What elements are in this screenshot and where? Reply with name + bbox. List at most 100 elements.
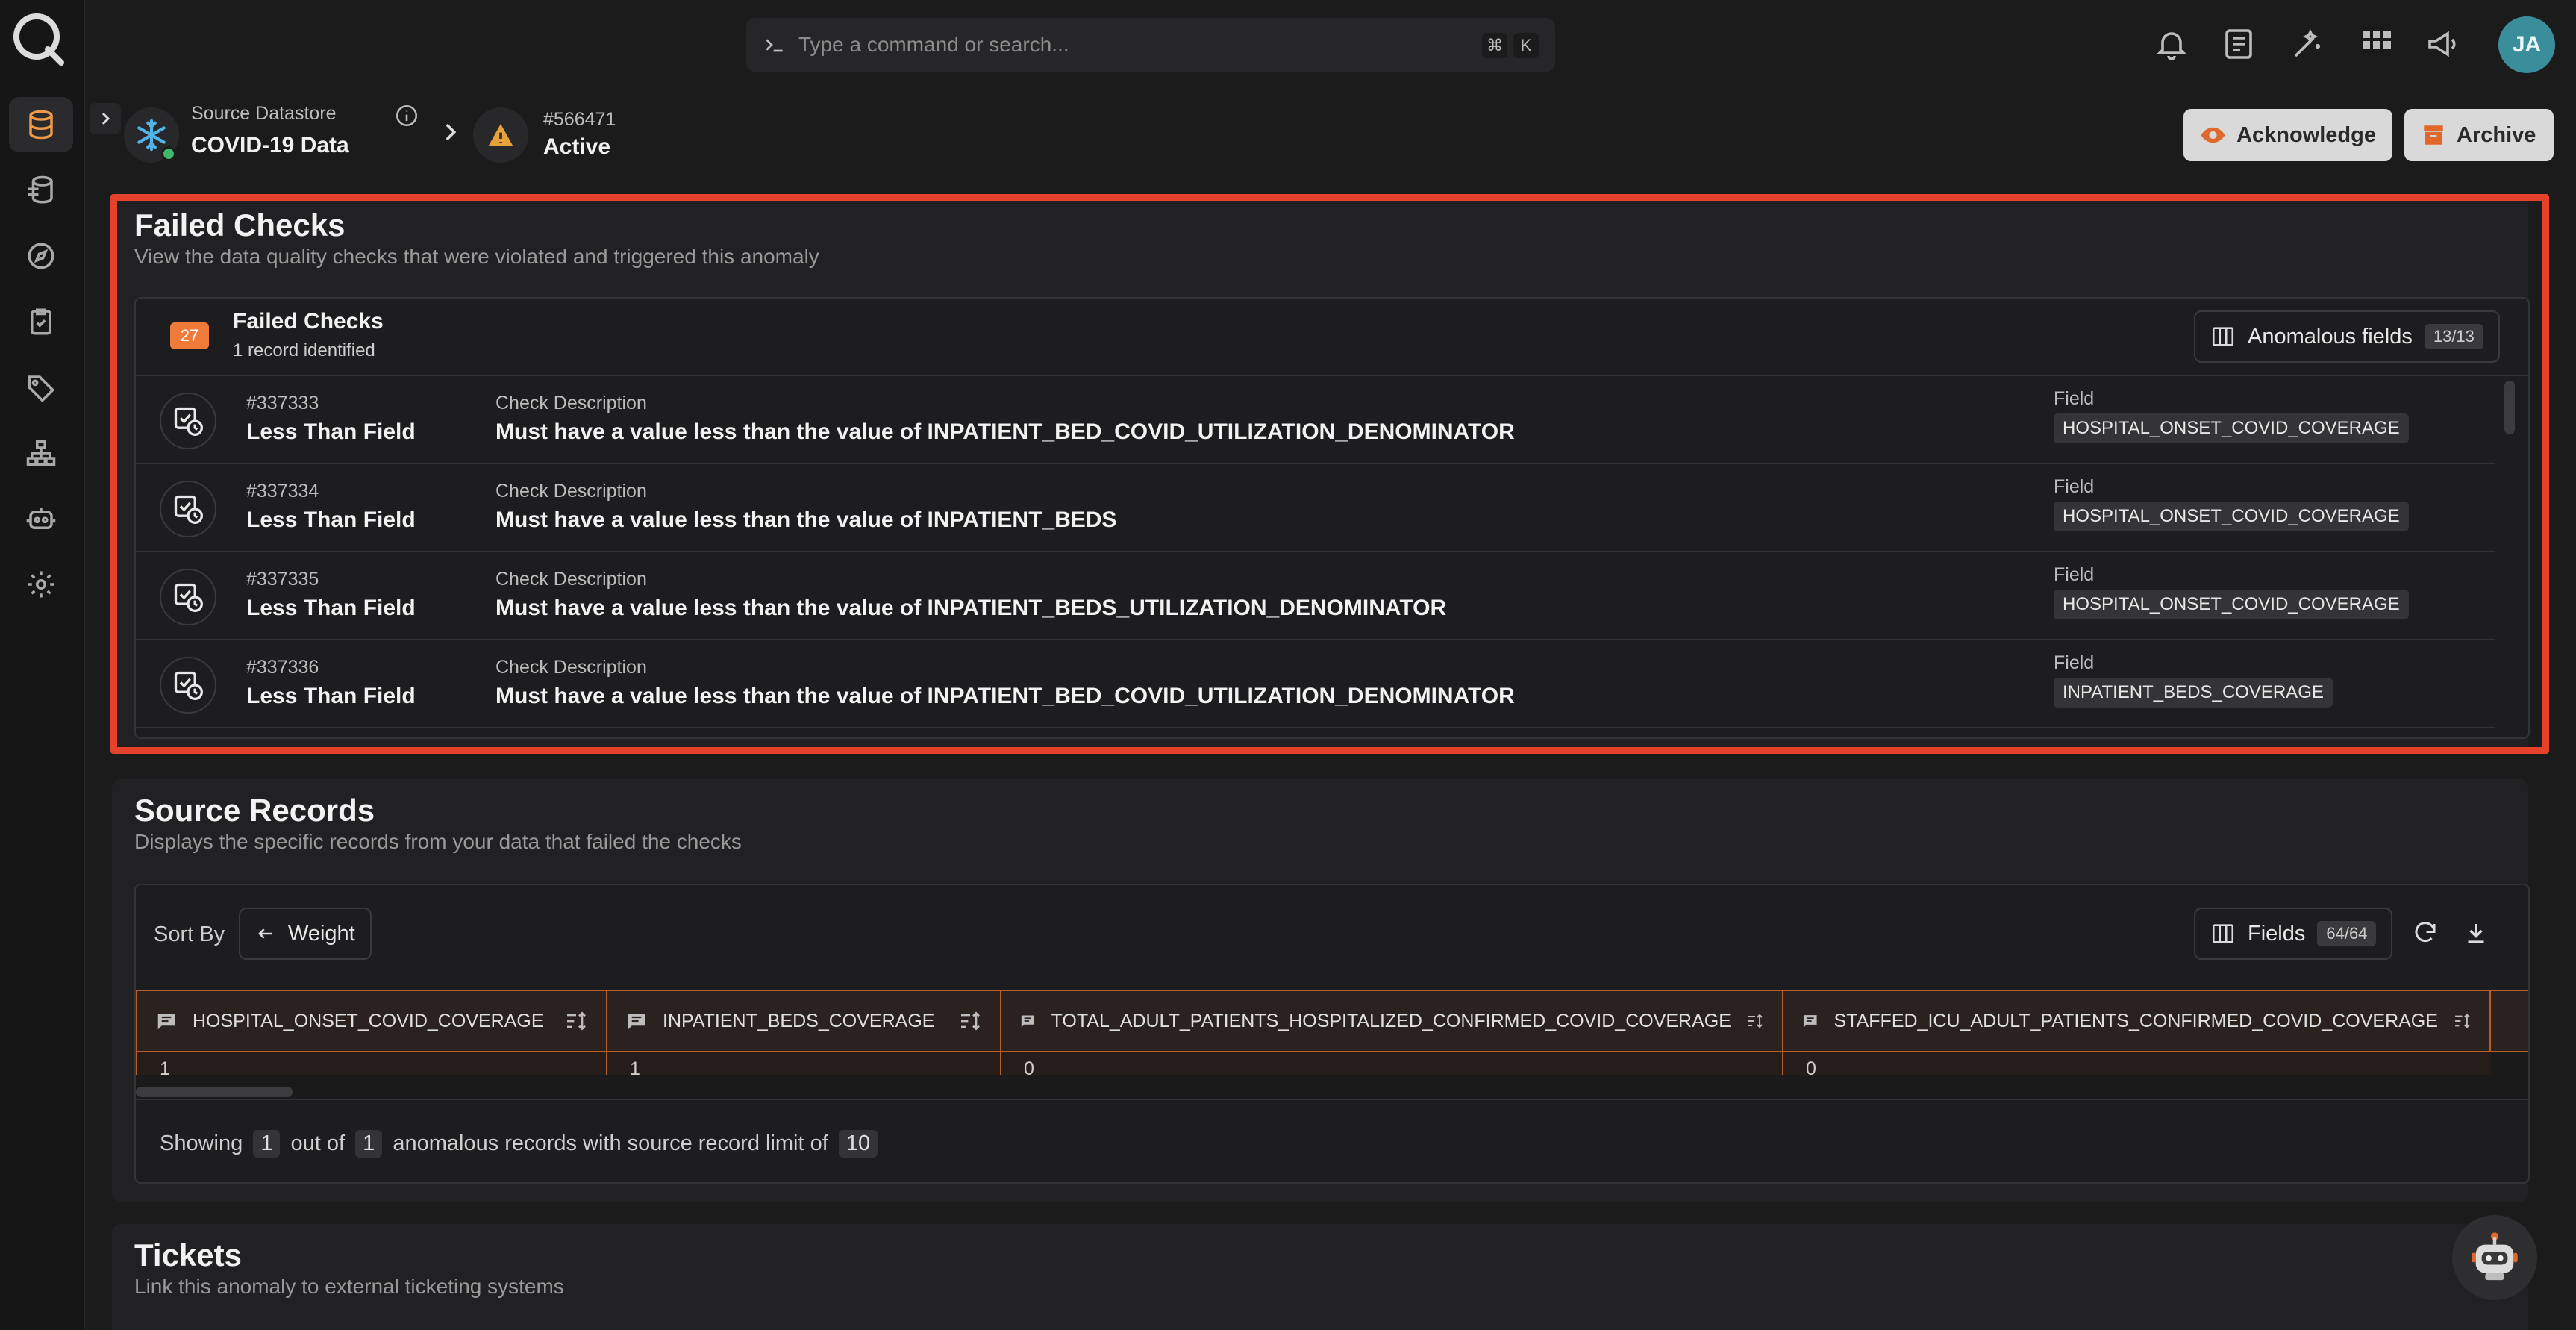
nav-checks-icon[interactable] <box>9 294 73 349</box>
nav-datastores-icon[interactable] <box>9 97 73 152</box>
list-scrollbar[interactable] <box>2504 381 2515 434</box>
nav-lineage-icon[interactable] <box>9 425 73 481</box>
column-name: INPATIENT_BEDS_COVERAGE <box>663 1010 935 1031</box>
section-subtitle: Link this anomaly to external ticketing … <box>134 1275 564 1298</box>
acknowledge-button[interactable]: Acknowledge <box>2183 109 2392 161</box>
terminal-icon <box>766 39 783 52</box>
command-search[interactable]: Type a command or search... ⌘ K <box>746 18 1555 72</box>
check-row[interactable]: #337333 Less Than Field Check Descriptio… <box>136 376 2495 464</box>
check-row[interactable]: #337335 Less Than Field Check Descriptio… <box>136 552 2495 640</box>
check-id: #337336 <box>246 657 319 678</box>
column-name: STAFFED_ICU_ADULT_PATIENTS_CONFIRMED_COV… <box>1833 1010 2438 1031</box>
left-nav-rail <box>0 0 85 1330</box>
apps-grid-icon[interactable] <box>2358 26 2394 62</box>
refresh-icon[interactable] <box>2412 920 2439 946</box>
section-title: Tickets <box>134 1237 242 1273</box>
check-id: #337334 <box>246 481 319 502</box>
nav-enrichment-icon[interactable] <box>9 163 73 218</box>
archive-button[interactable]: Archive <box>2404 109 2554 161</box>
check-description: Must have a value less than the value of… <box>495 508 1117 532</box>
list-title: Failed Checks <box>233 309 384 334</box>
divider <box>136 1099 2528 1100</box>
app-logo[interactable] <box>9 9 67 67</box>
table-cell[interactable]: 1 <box>606 1052 1001 1079</box>
section-subtitle: Displays the specific records from your … <box>134 830 742 853</box>
datastore-name[interactable]: COVID-19 Data <box>191 133 349 158</box>
check-clock-icon <box>160 569 216 625</box>
table-cell[interactable]: 0 <box>1782 1052 2491 1079</box>
table-cell[interactable]: 0 <box>1000 1052 1783 1079</box>
column-header[interactable]: HOSPITAL_ONSET_COVID_COVERAGE <box>136 990 607 1052</box>
datastore-label: Source Datastore <box>191 103 337 124</box>
section-title: Failed Checks <box>134 207 346 243</box>
check-description-label: Check Description <box>495 569 647 590</box>
anomalous-fields-count: 13/13 <box>2424 324 2483 349</box>
column-header-overflow[interactable] <box>2489 990 2528 1052</box>
failed-checks-section: Failed Checks View the data quality chec… <box>112 196 2530 752</box>
announcement-icon[interactable] <box>2425 26 2461 62</box>
anomaly-header: Source Datastore COVID-19 Data #566471 A… <box>85 88 2576 179</box>
column-name: TOTAL_ADULT_PATIENTS_HOSPITALIZED_CONFIR… <box>1051 1010 1731 1031</box>
anomalous-fields-button[interactable]: Anomalous fields 13/13 <box>2194 310 2500 363</box>
check-name: Less Than Field <box>246 419 416 444</box>
check-name: Less Than Field <box>246 508 416 532</box>
comment-icon <box>1021 1015 1034 1028</box>
search-placeholder: Type a command or search... <box>798 33 1069 56</box>
chevron-right-icon <box>101 112 110 125</box>
robot-icon <box>2472 1232 2518 1281</box>
check-row[interactable]: #337336 Less Than Field Check Descriptio… <box>136 640 2495 728</box>
field-chip: INPATIENT_BEDS_COVERAGE <box>2054 678 2333 708</box>
check-description-label: Check Description <box>495 657 647 678</box>
columns-icon <box>2212 327 2234 346</box>
column-header[interactable]: INPATIENT_BEDS_COVERAGE <box>606 990 1001 1052</box>
check-clock-icon <box>160 481 216 537</box>
fields-button[interactable]: Fields 64/64 <box>2194 908 2393 960</box>
field-chip: HOSPITAL_ONSET_COVID_COVERAGE <box>2054 502 2409 531</box>
kbd-k: K <box>1513 33 1539 58</box>
docs-icon[interactable] <box>2221 26 2257 62</box>
column-header[interactable]: TOTAL_ADULT_PATIENTS_HOSPITALIZED_CONFIR… <box>1000 990 1783 1052</box>
assistant-bot-button[interactable] <box>2452 1215 2537 1300</box>
user-avatar[interactable]: JA <box>2498 16 2555 73</box>
records-footer: Showing 1 out of 1 anomalous records wit… <box>160 1130 882 1158</box>
archive-icon <box>2424 125 2443 145</box>
bell-icon[interactable] <box>2154 26 2189 62</box>
check-description: Must have a value less than the value of… <box>495 684 1515 708</box>
failed-checks-list: 27 Failed Checks 1 record identified Ano… <box>134 297 2530 739</box>
sort-weight-button[interactable]: Weight <box>239 908 372 960</box>
anomaly-status: Active <box>543 134 611 159</box>
magic-wand-icon[interactable] <box>2289 26 2325 62</box>
table-cell[interactable]: 1 <box>136 1052 607 1079</box>
nav-settings-icon[interactable] <box>9 557 73 612</box>
nav-agents-icon[interactable] <box>9 491 73 546</box>
kbd-cmd: ⌘ <box>1482 33 1507 58</box>
source-records-table-card: Sort By Weight Fields 64/64 HOSPITAL_ONS… <box>134 884 2530 1184</box>
eye-icon <box>2201 127 2225 143</box>
column-header[interactable]: STAFFED_ICU_ADULT_PATIENTS_CONFIRMED_COV… <box>1782 990 2491 1052</box>
sort-by-label: Sort By <box>154 922 225 946</box>
sort-icon[interactable] <box>1746 1009 1764 1033</box>
footer-suffix: anomalous records with source record lim… <box>393 1131 828 1155</box>
sort-icon[interactable] <box>958 1009 982 1033</box>
info-icon[interactable] <box>394 103 419 128</box>
check-description-label: Check Description <box>495 481 647 502</box>
arrow-left-icon <box>258 928 272 939</box>
table-horizontal-scrollbar[interactable] <box>136 1087 293 1097</box>
check-row[interactable]: #337334 Less Than Field Check Descriptio… <box>136 464 2495 552</box>
sort-icon[interactable] <box>2453 1009 2472 1033</box>
check-description: Must have a value less than the value of… <box>495 596 1447 620</box>
expand-sidebar-button[interactable] <box>90 103 121 134</box>
section-subtitle: View the data quality checks that were v… <box>134 245 819 268</box>
archive-label: Archive <box>2457 122 2536 147</box>
anomalous-fields-label: Anomalous fields <box>2248 324 2413 349</box>
sort-icon[interactable] <box>564 1009 588 1033</box>
check-description: Must have a value less than the value of… <box>495 419 1515 444</box>
anomaly-id: #566471 <box>543 109 616 130</box>
field-label: Field <box>2054 564 2095 585</box>
warning-icon <box>473 107 528 163</box>
nav-tags-icon[interactable] <box>9 360 73 415</box>
nav-explore-icon[interactable] <box>9 228 73 284</box>
download-icon[interactable] <box>2463 920 2489 946</box>
check-clock-icon <box>160 657 216 714</box>
field-label: Field <box>2054 388 2095 409</box>
